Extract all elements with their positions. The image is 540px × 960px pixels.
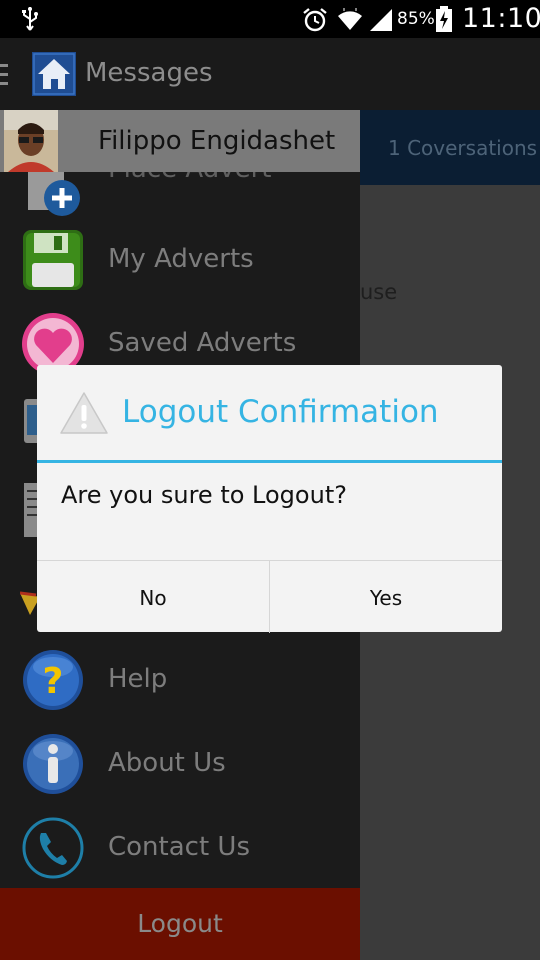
battery-percent: 85%: [397, 9, 435, 29]
alarm-icon: [303, 8, 327, 32]
menu-icon[interactable]: [0, 64, 8, 86]
user-name: Filippo Engidashet: [98, 126, 336, 156]
home-icon[interactable]: [32, 52, 76, 96]
drawer-item-about-us[interactable]: About Us: [0, 722, 360, 806]
battery-charging-icon: [436, 6, 452, 32]
wifi-icon: [338, 8, 362, 30]
svg-text:?: ?: [43, 661, 64, 702]
page-title: Messages: [85, 58, 213, 88]
help-icon: ?: [23, 650, 83, 710]
no-button[interactable]: No: [37, 561, 270, 633]
drawer-item-label: My Adverts: [108, 244, 254, 274]
profile-header[interactable]: Filippo Engidashet: [0, 110, 360, 172]
clock: 11:10: [462, 3, 540, 34]
avatar: [4, 110, 58, 172]
logout-confirmation-dialog: Logout Confirmation Are you sure to Logo…: [37, 365, 502, 633]
yes-button[interactable]: Yes: [270, 561, 502, 633]
dialog-message: Are you sure to Logout?: [61, 481, 347, 509]
dialog-divider: [37, 460, 502, 463]
info-icon: [23, 734, 83, 794]
logout-button[interactable]: Logout: [0, 888, 360, 960]
drawer-item-label: About Us: [108, 748, 226, 778]
signal-icon: [370, 9, 392, 31]
conversations-bar: 1 Coversations: [360, 110, 540, 185]
drawer-item-label: Saved Adverts: [108, 328, 297, 358]
message-snippet: use: [360, 280, 398, 304]
conversations-count: 1 Coversations: [388, 136, 538, 160]
dialog-button-row: No Yes: [37, 560, 502, 633]
warning-icon: [60, 392, 108, 434]
app-bar: Messages: [0, 38, 540, 110]
status-bar: 85% 11:10: [0, 0, 540, 38]
drawer-item-label: Help: [108, 664, 168, 694]
usb-icon: [22, 7, 38, 31]
drawer-item-contact-us[interactable]: Contact Us: [0, 806, 360, 890]
phone-icon: [22, 817, 84, 879]
floppy-disk-icon: [23, 230, 83, 290]
dialog-title: Logout Confirmation: [122, 394, 439, 430]
drawer-item-help[interactable]: ? Help: [0, 638, 360, 722]
drawer-item-label: Contact Us: [108, 832, 250, 862]
logout-label: Logout: [137, 909, 223, 938]
drawer-item-my-adverts[interactable]: My Adverts: [0, 218, 360, 302]
